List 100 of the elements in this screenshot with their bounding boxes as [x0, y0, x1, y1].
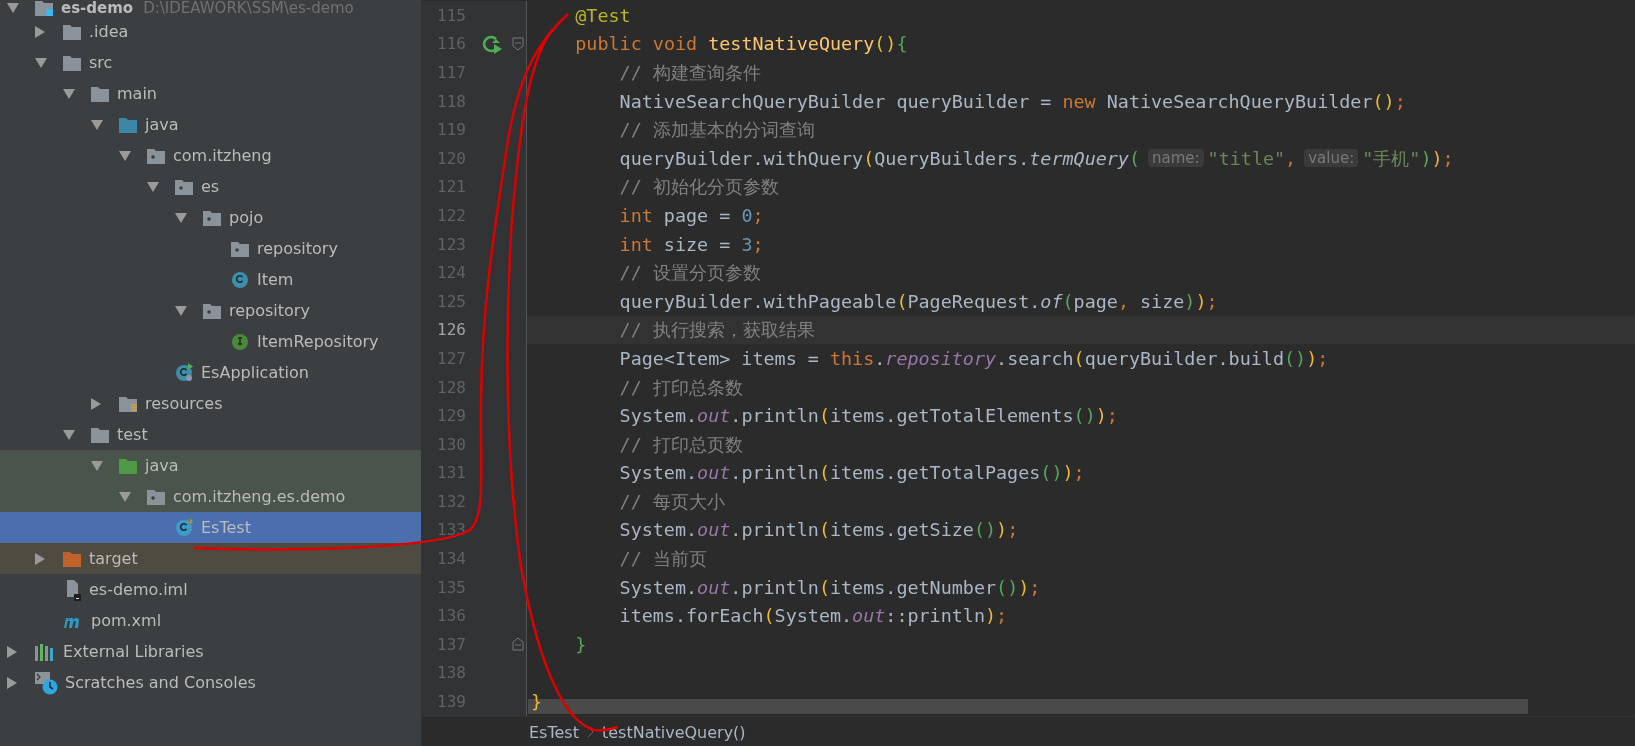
code-token: ( — [818, 462, 830, 484]
tree-item[interactable]: java — [0, 450, 421, 481]
code-token: queryBuilder.withQuery — [618, 147, 864, 169]
code-token: ) — [1184, 290, 1196, 312]
code-token: NativeSearchQueryBuilder queryBuilder = — [618, 90, 1053, 112]
code-token: items.getNumber — [829, 576, 997, 598]
code-token: .println — [730, 576, 819, 598]
package-icon — [146, 487, 166, 506]
tree-item[interactable]: repository — [0, 233, 421, 264]
tree-item[interactable]: es-demo.iml — [0, 574, 421, 605]
code-token: ( — [763, 605, 775, 627]
code-comment: // 执行搜索，获取结果 — [618, 318, 815, 343]
expanded-arrow-icon[interactable] — [118, 490, 132, 503]
code-token: ) — [1431, 147, 1443, 169]
code-token: size — [1139, 290, 1185, 312]
code-token: ; — [752, 233, 764, 255]
code-token: size = — [662, 233, 732, 255]
tree-item[interactable]: resources — [0, 388, 421, 419]
fold-icon[interactable] — [512, 36, 524, 51]
package-icon — [174, 177, 194, 196]
code-token: this — [829, 347, 875, 369]
code-token: @Test — [574, 4, 631, 26]
code-token: 0 — [741, 204, 753, 226]
tree-item[interactable]: target — [0, 543, 421, 574]
code-token: System. — [618, 405, 698, 427]
collapsed-arrow-icon[interactable] — [90, 396, 102, 411]
code-token: () — [1372, 90, 1395, 112]
expanded-arrow-icon[interactable] — [6, 2, 20, 14]
parameter-hint: value: — [1304, 149, 1359, 168]
test-class-icon — [174, 517, 194, 538]
code-token: page — [1073, 290, 1118, 312]
tree-item[interactable]: .idea — [0, 16, 421, 47]
excluded-folder-icon — [62, 549, 82, 568]
code-token: int — [618, 233, 653, 255]
tree-item[interactable]: External Libraries — [0, 636, 421, 667]
collapsed-arrow-icon[interactable] — [34, 551, 46, 566]
tree-item[interactable]: Item — [0, 264, 421, 295]
code-token: out — [852, 605, 886, 627]
code-token: () — [996, 576, 1019, 598]
code-token: . — [874, 347, 886, 369]
code-token: () — [973, 519, 997, 541]
expanded-arrow-icon[interactable] — [62, 87, 76, 100]
code-token: ) — [1195, 290, 1207, 312]
folder-icon — [62, 22, 82, 41]
expanded-arrow-icon[interactable] — [118, 149, 132, 162]
tree-item[interactable]: pom.xml — [0, 605, 421, 636]
line-number: 126 — [436, 320, 466, 340]
code-token: () — [1040, 462, 1063, 484]
expanded-arrow-icon[interactable] — [34, 56, 48, 69]
code-token: ) — [996, 519, 1008, 541]
tree-item[interactable]: main — [0, 78, 421, 109]
tree-item[interactable]: EsApplication — [0, 357, 421, 388]
fold-icon[interactable] — [512, 637, 524, 652]
code-token: ( — [1128, 147, 1140, 169]
code-token: System. — [774, 605, 853, 627]
tree-item[interactable]: ItemRepository — [0, 326, 421, 357]
tree-item[interactable]: com.itzheng — [0, 140, 421, 171]
code-token: } — [531, 691, 543, 713]
package-icon — [230, 239, 250, 258]
breadcrumb[interactable]: testNativeQuery() — [601, 722, 746, 742]
code-token: int — [618, 204, 653, 226]
expanded-arrow-icon[interactable] — [62, 428, 76, 441]
tree-item[interactable]: es — [0, 171, 421, 202]
code-token: } — [574, 633, 587, 655]
code-token: ( — [1062, 290, 1074, 312]
code-token: ::println — [885, 605, 985, 627]
code-token: testNativeQuery — [707, 33, 875, 55]
tree-item[interactable]: repository — [0, 295, 421, 326]
code-token: ; — [1106, 405, 1118, 427]
code-token: ( — [818, 576, 830, 598]
collapsed-arrow-icon[interactable] — [6, 644, 18, 659]
code-token: ; — [1007, 519, 1019, 541]
code-token: ( — [1073, 347, 1085, 369]
code-token: ) — [1062, 462, 1074, 484]
code-token: ; — [1206, 290, 1218, 312]
tree-item[interactable]: src — [0, 47, 421, 78]
package-icon — [146, 146, 166, 165]
tree-item[interactable]: test — [0, 419, 421, 450]
collapsed-arrow-icon[interactable] — [6, 675, 18, 690]
code-comment: // 设置分页参数 — [618, 261, 761, 286]
expanded-arrow-icon[interactable] — [90, 118, 104, 131]
code-token: .println — [730, 405, 819, 427]
expanded-arrow-icon[interactable] — [90, 459, 104, 472]
tree-item[interactable]: Scratches and Consoles — [0, 667, 421, 698]
expanded-arrow-icon[interactable] — [146, 180, 160, 193]
breadcrumb[interactable]: EsTest — [529, 722, 579, 742]
tree-item[interactable]: pojo — [0, 202, 421, 233]
code-comment: // 每页大小 — [618, 489, 725, 514]
code-token: , — [1285, 147, 1297, 169]
tree-item[interactable]: com.itzheng.es.demo — [0, 481, 421, 512]
code-token: , — [1117, 290, 1129, 312]
code-comment: // 打印总页数 — [618, 432, 743, 457]
code-token: ; — [996, 605, 1008, 627]
tree-item[interactable]: java — [0, 109, 421, 140]
collapsed-arrow-icon[interactable] — [34, 24, 46, 39]
expanded-arrow-icon[interactable] — [174, 304, 188, 317]
run-icon[interactable] — [482, 34, 504, 55]
code-comment: // 当前页 — [618, 547, 707, 572]
expanded-arrow-icon[interactable] — [174, 211, 188, 224]
code-token: out — [697, 405, 731, 427]
